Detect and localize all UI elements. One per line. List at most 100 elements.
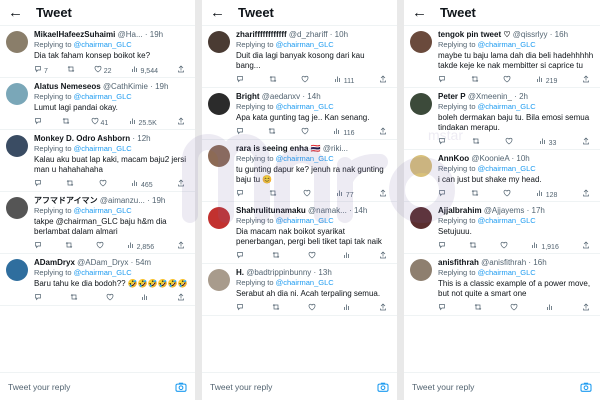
mention-link[interactable]: @chairman_GLC bbox=[276, 154, 334, 163]
display-name[interactable]: アフマドアイマン bbox=[34, 196, 98, 205]
share-action[interactable] bbox=[379, 127, 387, 137]
share-action[interactable] bbox=[379, 251, 387, 261]
reply-input[interactable]: Tweet your reply bbox=[412, 382, 474, 392]
retweet-action[interactable] bbox=[469, 241, 477, 251]
tweet-reply[interactable]: zhariffffffffffff @d_zhariff · 10h Reply… bbox=[202, 26, 397, 88]
mention-link[interactable]: @chairman_GLC bbox=[276, 40, 334, 49]
like-action[interactable] bbox=[301, 127, 309, 137]
display-name[interactable]: MikaelHafeezSuhaimi bbox=[34, 30, 115, 39]
reply-action[interactable] bbox=[34, 117, 42, 127]
like-action[interactable] bbox=[96, 241, 104, 251]
back-arrow-icon[interactable]: ← bbox=[412, 5, 430, 20]
display-name[interactable]: Alatus Nemeseos bbox=[34, 82, 101, 91]
display-name[interactable]: Shahrulitunamaku bbox=[236, 206, 306, 215]
like-action[interactable] bbox=[308, 251, 316, 261]
mention-link[interactable]: @chairman_GLC bbox=[74, 92, 132, 101]
reply-action[interactable] bbox=[236, 303, 244, 313]
views-action[interactable]: 1,916 bbox=[531, 241, 559, 251]
reply-action[interactable] bbox=[236, 189, 244, 199]
retweet-action[interactable] bbox=[268, 127, 276, 137]
views-action[interactable] bbox=[546, 303, 554, 313]
like-action[interactable]: 41 bbox=[91, 117, 108, 127]
avatar[interactable] bbox=[410, 31, 432, 53]
share-action[interactable] bbox=[379, 189, 387, 199]
mention-link[interactable]: @chairman_GLC bbox=[74, 40, 132, 49]
share-action[interactable] bbox=[177, 65, 185, 75]
display-name[interactable]: Monkey D. Odro Ashborn bbox=[34, 134, 130, 143]
retweet-action[interactable] bbox=[472, 137, 480, 147]
like-action[interactable] bbox=[503, 189, 511, 199]
reply-input[interactable]: Tweet your reply bbox=[210, 382, 272, 392]
tweet-reply[interactable]: Alatus Nemeseos @CathKimie · 19h Replyin… bbox=[0, 78, 195, 130]
retweet-action[interactable] bbox=[471, 75, 479, 85]
display-name[interactable]: anisfithrah bbox=[438, 258, 479, 267]
retweet-action[interactable] bbox=[62, 117, 70, 127]
avatar[interactable] bbox=[208, 93, 230, 115]
share-action[interactable] bbox=[582, 75, 590, 85]
views-action[interactable]: 25.5K bbox=[129, 117, 157, 127]
tweet-reply[interactable]: AnnKoo @KoonieA · 10h Replying to @chair… bbox=[404, 150, 600, 202]
reply-action[interactable] bbox=[34, 241, 42, 251]
mention-link[interactable]: @chairman_GLC bbox=[478, 40, 536, 49]
reply-action[interactable]: 7 bbox=[34, 65, 48, 75]
views-action[interactable] bbox=[343, 251, 351, 261]
avatar[interactable] bbox=[410, 155, 432, 177]
tweet-reply[interactable]: Monkey D. Odro Ashborn · 12h Replying to… bbox=[0, 130, 195, 192]
back-arrow-icon[interactable]: ← bbox=[8, 5, 26, 20]
display-name[interactable]: H. bbox=[236, 268, 244, 277]
tweet-reply[interactable]: アフマドアイマン @aimanzu... · 19h Replying to @… bbox=[0, 192, 195, 254]
retweet-action[interactable] bbox=[70, 293, 78, 303]
reply-input[interactable]: Tweet your reply bbox=[8, 382, 70, 392]
views-action[interactable]: 128 bbox=[536, 189, 557, 199]
like-action[interactable] bbox=[303, 189, 311, 199]
views-action[interactable]: 2,856 bbox=[127, 241, 154, 251]
retweet-action[interactable] bbox=[272, 303, 280, 313]
tweet-reply[interactable]: rara is seeing enha 🇹🇭 @riki... Replying… bbox=[202, 140, 397, 202]
retweet-action[interactable] bbox=[272, 251, 280, 261]
tweet-reply[interactable]: Peter P @Xmeenin_ · 2h Replying to @chai… bbox=[404, 88, 600, 150]
share-action[interactable] bbox=[582, 241, 590, 251]
views-action[interactable]: 77 bbox=[336, 189, 354, 199]
tweet-reply[interactable]: Ajjalbrahim @Ajjayems · 17h Replying to … bbox=[404, 202, 600, 254]
retweet-action[interactable] bbox=[474, 303, 482, 313]
avatar[interactable] bbox=[6, 259, 28, 281]
tweet-reply[interactable]: ADamDryx @ADam_Dryx · 54m Replying to @c… bbox=[0, 254, 195, 306]
retweet-action[interactable] bbox=[269, 75, 277, 85]
reply-bar[interactable]: Tweet your reply bbox=[404, 372, 600, 400]
retweet-action[interactable] bbox=[65, 241, 73, 251]
mention-link[interactable]: @chairman_GLC bbox=[478, 268, 536, 277]
avatar[interactable] bbox=[6, 197, 28, 219]
display-name[interactable]: rara is seeing enha 🇹🇭 bbox=[236, 144, 321, 153]
mention-link[interactable]: @chairman_GLC bbox=[74, 268, 132, 277]
display-name[interactable]: Ajjalbrahim bbox=[438, 206, 482, 215]
share-action[interactable] bbox=[379, 75, 387, 85]
like-action[interactable] bbox=[510, 303, 518, 313]
like-action[interactable] bbox=[500, 241, 508, 251]
like-action[interactable] bbox=[301, 75, 309, 85]
display-name[interactable]: AnnKoo bbox=[438, 154, 469, 163]
retweet-action[interactable] bbox=[67, 65, 75, 75]
mention-link[interactable]: @chairman_GLC bbox=[276, 216, 334, 225]
like-action[interactable] bbox=[106, 293, 114, 303]
like-action[interactable]: 22 bbox=[94, 65, 112, 75]
views-action[interactable]: 116 bbox=[333, 127, 355, 137]
reply-action[interactable] bbox=[34, 293, 42, 303]
retweet-action[interactable] bbox=[471, 189, 479, 199]
display-name[interactable]: tengok pin tweet ♡ bbox=[438, 30, 511, 39]
share-action[interactable] bbox=[177, 293, 185, 303]
tweet-reply[interactable]: anisfithrah @anisfithrah · 16h Replying … bbox=[404, 254, 600, 316]
mention-link[interactable]: @chairman_GLC bbox=[478, 102, 536, 111]
reply-action[interactable] bbox=[236, 75, 244, 85]
display-name[interactable]: Bright bbox=[236, 92, 260, 101]
share-action[interactable] bbox=[177, 117, 185, 127]
avatar[interactable] bbox=[208, 31, 230, 53]
mention-link[interactable]: @chairman_GLC bbox=[276, 278, 334, 287]
share-action[interactable] bbox=[582, 303, 590, 313]
like-action[interactable] bbox=[503, 75, 511, 85]
views-action[interactable]: 33 bbox=[539, 137, 556, 147]
views-action[interactable] bbox=[343, 303, 351, 313]
like-action[interactable] bbox=[505, 137, 513, 147]
mention-link[interactable]: @chairman_GLC bbox=[276, 102, 334, 111]
display-name[interactable]: ADamDryx bbox=[34, 258, 75, 267]
share-action[interactable] bbox=[582, 137, 590, 147]
